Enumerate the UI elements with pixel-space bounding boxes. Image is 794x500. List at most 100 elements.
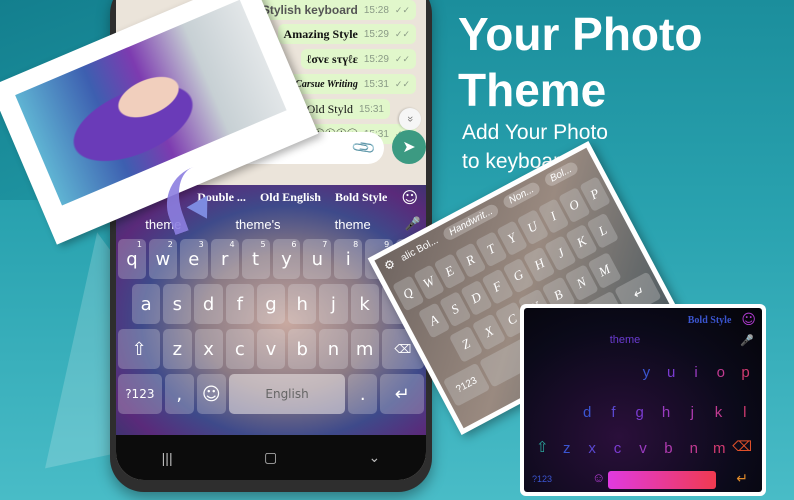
message-text: Old Styld — [306, 101, 353, 116]
headline-title-line1: Your Photo — [458, 8, 703, 60]
photo-theme-keyboard: Double ... Old English Bold Style ☺ them… — [116, 185, 426, 435]
key-m[interactable]: m — [350, 329, 379, 369]
key-hint-number: 7 — [322, 240, 328, 249]
enter-key[interactable]: ↵ — [380, 374, 424, 414]
font-suggestion-locked: Bol... — [542, 159, 580, 188]
key-hint-number: 1 — [136, 240, 142, 249]
key-i[interactable]: 8i — [334, 239, 363, 279]
back-icon[interactable]: ⌄ — [369, 449, 381, 466]
key-t[interactable]: 5t — [241, 239, 270, 279]
shift-icon: ⇧ — [536, 439, 549, 456]
space-key — [608, 471, 716, 489]
key-r[interactable]: 4r — [210, 239, 239, 279]
key-label: y — [281, 248, 292, 270]
key-h[interactable]: h — [288, 284, 317, 324]
key-d[interactable]: d — [194, 284, 223, 324]
scroll-down-icon[interactable]: » — [399, 108, 421, 130]
read-ticks-icon: ✓✓ — [394, 4, 410, 15]
key-b[interactable]: b — [288, 329, 317, 369]
read-ticks-icon: ✓✓ — [394, 53, 410, 64]
dark-key-l: l — [743, 404, 747, 421]
symbols-key: ?123 — [532, 474, 553, 484]
word-suggestion[interactable]: theme's — [211, 217, 306, 232]
chat-message: Carsue Writing 15:31 ✓✓ — [289, 74, 416, 94]
emoji-icon[interactable]: ☺ — [401, 188, 418, 207]
dark-key-f: f — [611, 404, 616, 421]
font-suggestion[interactable]: Old English — [260, 190, 321, 205]
key-y[interactable]: 6y — [272, 239, 301, 279]
android-navbar: ||| ▢ ⌄ — [116, 435, 426, 480]
key-s[interactable]: s — [163, 284, 192, 324]
key-a[interactable]: a — [132, 284, 161, 324]
dark-key-u: u — [667, 364, 676, 381]
dark-suggestion-bar: Bold Style ☺ — [688, 312, 756, 328]
word-suggestion-bar: theme theme's theme 🎤 — [116, 211, 426, 237]
key-c[interactable]: c — [225, 329, 254, 369]
key-row-3: ⇧ z x c v b n m ⌫ — [118, 329, 425, 369]
font-suggestion: Bold Style — [687, 314, 732, 326]
dark-key-y: y — [642, 364, 651, 381]
key-row-4: ?123 , ☺ English . ↵ — [118, 374, 424, 414]
dark-key-b: b — [664, 440, 673, 457]
key-n[interactable]: n — [319, 329, 348, 369]
key-label: t — [252, 248, 260, 270]
send-button[interactable]: ➤ — [392, 130, 426, 164]
key-hint-number: 3 — [198, 240, 204, 249]
key-f[interactable]: f — [225, 284, 254, 324]
key-g[interactable]: g — [256, 284, 286, 324]
dark-key-z: z — [562, 440, 571, 457]
space-key[interactable]: English — [228, 374, 346, 414]
key-x[interactable]: x — [194, 329, 223, 369]
dark-key-c: c — [613, 440, 622, 457]
comma-key[interactable]: , — [164, 374, 194, 414]
dark-key-p: p — [741, 364, 750, 381]
period-key[interactable]: . — [348, 374, 378, 414]
dark-key-j: j — [690, 404, 694, 421]
dark-key-x: x — [588, 440, 596, 457]
dark-keyboard: Bold Style ☺ theme 🎤 yu i op d f gh j k l zxcvb… — [524, 308, 762, 492]
font-suggestion-locked: Non... — [501, 180, 542, 210]
word-suggestion[interactable]: theme — [305, 217, 400, 232]
read-ticks-icon: ✓✓ — [394, 28, 410, 39]
message-time: 15:29 — [363, 53, 389, 65]
key-u[interactable]: 7u — [303, 239, 332, 279]
dark-key-row-1: yu i op — [634, 364, 758, 381]
key-label: i — [345, 248, 351, 270]
key-w[interactable]: 2w — [148, 239, 177, 279]
key-hint-number: 2 — [167, 240, 173, 249]
key-hint-number: 6 — [291, 240, 297, 249]
recents-icon[interactable]: ||| — [162, 450, 173, 466]
key-j[interactable]: j — [319, 284, 348, 324]
message-text: Amazing Style — [283, 26, 358, 41]
home-icon[interactable]: ▢ — [264, 449, 277, 466]
dark-key-h: h — [661, 404, 671, 421]
emoji-key[interactable]: ☺ — [196, 374, 226, 414]
headline-title-line2: Theme — [458, 64, 607, 116]
key-e[interactable]: 3e — [179, 239, 208, 279]
key-z[interactable]: z — [163, 329, 192, 369]
key-label: u — [311, 248, 324, 270]
message-time: 15:28 — [363, 4, 389, 16]
word-suggestion: theme — [609, 334, 641, 346]
attach-icon[interactable]: 📎 — [350, 134, 378, 162]
shift-key[interactable]: ⇧ — [118, 329, 161, 369]
dark-key-m: m — [712, 440, 726, 457]
dark-key-n: n — [689, 440, 698, 457]
font-suggestion[interactable]: Bold Style — [335, 190, 387, 205]
enter-icon: ↵ — [736, 470, 748, 486]
message-text: Stylish keyboard — [261, 3, 358, 17]
key-k[interactable]: k — [350, 284, 379, 324]
key-v[interactable]: v — [256, 329, 286, 369]
emoji-icon: ☺ — [741, 312, 756, 328]
key-row-2: asdfghjkl — [118, 284, 424, 324]
key-hint-number: 8 — [353, 240, 359, 249]
font-suggestion: alic Bol... — [398, 234, 440, 264]
symbols-key[interactable]: ?123 — [118, 374, 162, 414]
key-label: e — [188, 248, 200, 270]
headline: Your Photo Theme — [458, 6, 702, 118]
key-q[interactable]: 1q — [118, 239, 146, 279]
dark-key-d: d — [582, 404, 592, 421]
chat-message: Amazing Style 15:29 ✓✓ — [277, 24, 416, 44]
gear-icon: ⚙ — [381, 256, 398, 274]
backspace-icon: ⌫ — [732, 438, 752, 454]
